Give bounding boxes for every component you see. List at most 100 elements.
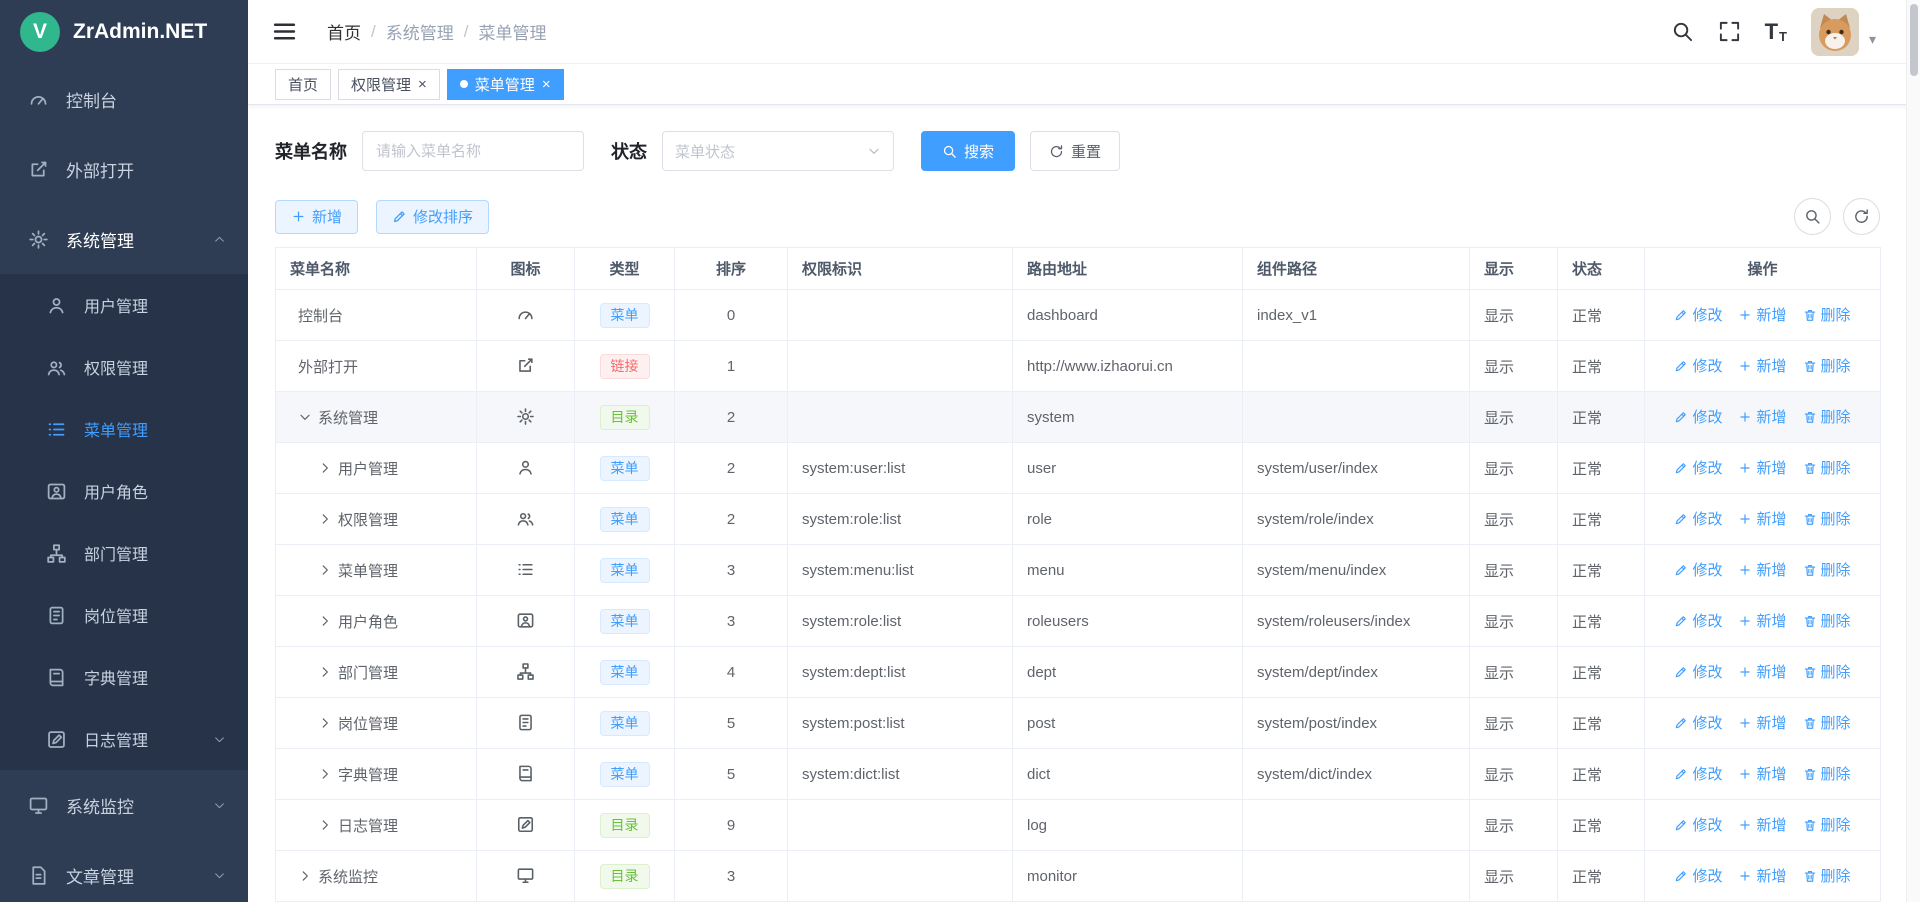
expand-row-icon[interactable] bbox=[318, 512, 332, 526]
cell-component bbox=[1243, 392, 1470, 443]
row-add-button[interactable]: 新增 bbox=[1738, 304, 1786, 325]
cell-icon bbox=[477, 698, 575, 749]
sidebar-item-dept[interactable]: 部门管理 bbox=[0, 522, 248, 584]
row-delete-button[interactable]: 删除 bbox=[1803, 814, 1851, 835]
row-delete-button[interactable]: 删除 bbox=[1803, 406, 1851, 427]
scrollbar-thumb[interactable] bbox=[1910, 4, 1918, 76]
search-button[interactable]: 搜索 bbox=[921, 131, 1015, 171]
main-area: 首页/系统管理/菜单管理 TT bbox=[248, 0, 1920, 902]
sidebar-item-role[interactable]: 权限管理 bbox=[0, 336, 248, 398]
row-edit-button[interactable]: 修改 bbox=[1674, 355, 1722, 376]
refresh-table-button[interactable] bbox=[1843, 198, 1880, 235]
tab-home[interactable]: 首页 bbox=[275, 69, 331, 100]
row-add-button[interactable]: 新增 bbox=[1738, 457, 1786, 478]
plus-icon bbox=[1738, 512, 1752, 526]
toggle-search-button[interactable] bbox=[1794, 198, 1831, 235]
sidebar-item-dict[interactable]: 字典管理 bbox=[0, 646, 248, 708]
sidebar-item-article[interactable]: 文章管理 bbox=[0, 840, 248, 902]
sidebar-item-user[interactable]: 用户管理 bbox=[0, 274, 248, 336]
row-add-button[interactable]: 新增 bbox=[1738, 406, 1786, 427]
sidebar-item-roleusers[interactable]: 用户角色 bbox=[0, 460, 248, 522]
row-edit-button[interactable]: 修改 bbox=[1674, 406, 1722, 427]
expand-row-icon[interactable] bbox=[318, 665, 332, 679]
row-edit-button[interactable]: 修改 bbox=[1674, 661, 1722, 682]
row-edit-button[interactable]: 修改 bbox=[1674, 610, 1722, 631]
row-add-button[interactable]: 新增 bbox=[1738, 508, 1786, 529]
cell-sort: 5 bbox=[675, 698, 788, 749]
add-button[interactable]: 新增 bbox=[275, 200, 358, 234]
monitor-icon bbox=[516, 866, 535, 885]
cell-status: 正常 bbox=[1558, 290, 1645, 341]
row-delete-button[interactable]: 删除 bbox=[1803, 661, 1851, 682]
sidebar-item-post[interactable]: 岗位管理 bbox=[0, 584, 248, 646]
row-add-button[interactable]: 新增 bbox=[1738, 814, 1786, 835]
row-edit-button[interactable]: 修改 bbox=[1674, 508, 1722, 529]
page-scrollbar[interactable] bbox=[1906, 0, 1920, 902]
expand-row-icon[interactable] bbox=[318, 716, 332, 730]
user-avatar[interactable] bbox=[1811, 8, 1859, 56]
row-add-button[interactable]: 新增 bbox=[1738, 610, 1786, 631]
sidebar-item-console[interactable]: 控制台 bbox=[0, 64, 248, 134]
fullscreen-button[interactable] bbox=[1718, 20, 1741, 43]
row-add-button[interactable]: 新增 bbox=[1738, 355, 1786, 376]
header-search-button[interactable] bbox=[1671, 20, 1694, 43]
row-delete-button[interactable]: 删除 bbox=[1803, 559, 1851, 580]
expand-row-icon[interactable] bbox=[318, 563, 332, 577]
row-edit-button[interactable]: 修改 bbox=[1674, 763, 1722, 784]
modify-sort-button[interactable]: 修改排序 bbox=[376, 200, 489, 234]
row-add-button[interactable]: 新增 bbox=[1738, 763, 1786, 784]
row-delete-button[interactable]: 删除 bbox=[1803, 355, 1851, 376]
tab-menu[interactable]: 菜单管理× bbox=[447, 69, 564, 100]
row-edit-button[interactable]: 修改 bbox=[1674, 712, 1722, 733]
close-icon[interactable]: × bbox=[418, 76, 427, 93]
expand-row-icon[interactable] bbox=[318, 461, 332, 475]
chevron-down-icon bbox=[213, 733, 226, 746]
row-delete-button[interactable]: 删除 bbox=[1803, 610, 1851, 631]
row-edit-button[interactable]: 修改 bbox=[1674, 559, 1722, 580]
cell-name: 字典管理 bbox=[276, 749, 477, 800]
user-menu-caret-icon[interactable]: ▾ bbox=[1869, 31, 1876, 48]
menu-name-text: 权限管理 bbox=[338, 512, 398, 529]
cell-route: system bbox=[1013, 392, 1243, 443]
row-add-button[interactable]: 新增 bbox=[1738, 559, 1786, 580]
table-row: 字典管理菜单5system:dict:listdictsystem/dict/i… bbox=[276, 749, 1881, 800]
row-add-button[interactable]: 新增 bbox=[1738, 865, 1786, 886]
table-row: 部门管理菜单4system:dept:listdeptsystem/dept/i… bbox=[276, 647, 1881, 698]
status-select[interactable]: 菜单状态 bbox=[662, 131, 894, 171]
row-edit-button[interactable]: 修改 bbox=[1674, 865, 1722, 886]
row-delete-button[interactable]: 删除 bbox=[1803, 457, 1851, 478]
row-delete-button[interactable]: 删除 bbox=[1803, 865, 1851, 886]
expand-row-icon[interactable] bbox=[318, 614, 332, 628]
row-edit-button[interactable]: 修改 bbox=[1674, 304, 1722, 325]
breadcrumb-item[interactable]: 系统管理 bbox=[386, 19, 454, 44]
row-add-button[interactable]: 新增 bbox=[1738, 661, 1786, 682]
row-delete-button[interactable]: 删除 bbox=[1803, 763, 1851, 784]
cell-perm bbox=[788, 800, 1013, 851]
sidebar-item-system[interactable]: 系统管理 bbox=[0, 204, 248, 274]
breadcrumb-item[interactable]: 首页 bbox=[327, 19, 361, 44]
cell-sort: 5 bbox=[675, 749, 788, 800]
expand-row-icon[interactable] bbox=[318, 818, 332, 832]
collapse-row-icon[interactable] bbox=[298, 410, 312, 424]
sidebar-item-monitor[interactable]: 系统监控 bbox=[0, 770, 248, 840]
row-delete-button[interactable]: 删除 bbox=[1803, 508, 1851, 529]
row-delete-button[interactable]: 删除 bbox=[1803, 712, 1851, 733]
row-delete-button[interactable]: 删除 bbox=[1803, 304, 1851, 325]
op-label: 修改 bbox=[1692, 457, 1722, 478]
sidebar-item-menu[interactable]: 菜单管理 bbox=[0, 398, 248, 460]
close-icon[interactable]: × bbox=[542, 76, 551, 93]
sidebar-item-external[interactable]: 外部打开 bbox=[0, 134, 248, 204]
font-size-button[interactable]: TT bbox=[1765, 21, 1787, 43]
sidebar-toggle-button[interactable] bbox=[272, 19, 297, 44]
dashboard-icon bbox=[28, 89, 49, 110]
sidebar-item-log[interactable]: 日志管理 bbox=[0, 708, 248, 770]
reset-button[interactable]: 重置 bbox=[1030, 131, 1120, 171]
row-add-button[interactable]: 新增 bbox=[1738, 712, 1786, 733]
row-edit-button[interactable]: 修改 bbox=[1674, 814, 1722, 835]
row-edit-button[interactable]: 修改 bbox=[1674, 457, 1722, 478]
tab-role[interactable]: 权限管理× bbox=[338, 69, 440, 100]
menu-name-input[interactable] bbox=[362, 131, 584, 171]
cell-operations: 修改新增删除 bbox=[1645, 392, 1881, 443]
expand-row-icon[interactable] bbox=[298, 869, 312, 883]
expand-row-icon[interactable] bbox=[318, 767, 332, 781]
